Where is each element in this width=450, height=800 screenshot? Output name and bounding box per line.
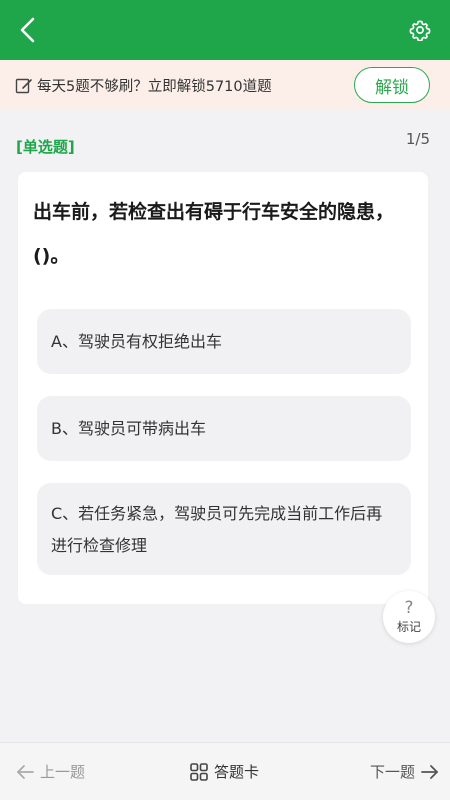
chevron-left-icon: [20, 17, 35, 43]
question-mark-icon: ?: [404, 598, 414, 618]
prev-question-label: 上一题: [40, 763, 86, 781]
next-question-button[interactable]: 下一题: [370, 761, 440, 782]
unlock-promo-banner: 每天5题不够刷？立即解锁5710道题 解锁: [0, 60, 450, 110]
answer-card-label: 答题卡: [214, 763, 260, 781]
bottom-nav: 上一题 答题卡 下一题: [0, 742, 450, 800]
gear-icon: [409, 20, 431, 41]
top-bar: [0, 0, 450, 60]
question-card: 出车前，若检查出有碍于行车安全的隐患，()。 A、驾驶员有权拒绝出车 B、驾驶员…: [18, 172, 428, 604]
question-progress: 1/5: [405, 130, 430, 148]
unlock-button[interactable]: 解锁: [354, 67, 430, 103]
option-c[interactable]: C、若任务紧急，驾驶员可先完成当前工作后再进行检查修理: [37, 483, 411, 575]
arrow-left-icon: [17, 764, 34, 779]
settings-button[interactable]: [404, 14, 436, 46]
answer-card-button[interactable]: 答题卡: [189, 761, 259, 782]
back-button[interactable]: [10, 12, 46, 48]
option-b[interactable]: B、驾驶员可带病出车: [37, 396, 411, 461]
next-question-label: 下一题: [369, 763, 415, 781]
grid-icon: [190, 762, 208, 781]
question-text: 出车前，若检查出有碍于行车安全的隐患，()。: [33, 201, 395, 267]
arrow-right-icon: [421, 764, 438, 779]
mark-label: 标记: [396, 620, 421, 634]
question-type-label: [单选题]: [16, 138, 75, 156]
promo-text: 每天5题不够刷？立即解锁5710道题: [37, 79, 272, 95]
prev-question-button[interactable]: 上一题: [15, 761, 85, 782]
option-a[interactable]: A、驾驶员有权拒绝出车: [37, 309, 411, 374]
mark-button[interactable]: ? 标记: [383, 591, 435, 643]
edit-icon: [15, 78, 32, 94]
